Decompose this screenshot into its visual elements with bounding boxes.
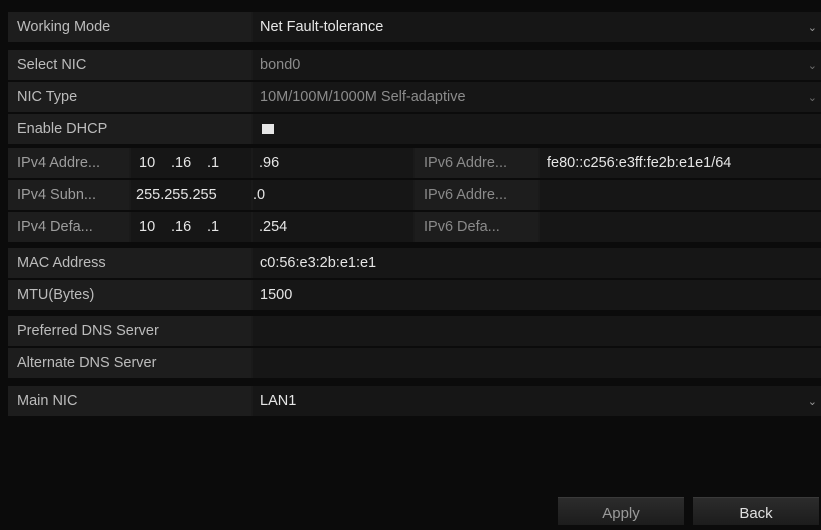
ipv6-address-field-1[interactable]: fe80::c256:e3ff:fe2b:e1e1/64 <box>540 148 821 178</box>
enable-dhcp-row: Enable DHCP <box>8 114 821 144</box>
ipv4-gateway-octet-2: .16 <box>171 219 192 235</box>
preferred-dns-label: Preferred DNS Server <box>8 316 251 346</box>
mac-address-label: MAC Address <box>8 248 251 278</box>
working-mode-value: Net Fault-tolerance <box>260 19 384 35</box>
apply-button[interactable]: Apply <box>558 497 684 525</box>
select-nic-label: Select NIC <box>8 50 251 80</box>
mtu-input[interactable]: 1500 <box>253 280 821 310</box>
alternate-dns-label: Alternate DNS Server <box>8 348 251 378</box>
main-nic-value: LAN1 <box>260 393 297 409</box>
enable-dhcp-cell <box>253 114 821 144</box>
ipv4-gateway-field-a[interactable]: 10 .16 .1 <box>131 212 251 242</box>
chevron-down-icon: ⌄ <box>807 92 817 104</box>
ip-row-3: IPv4 Defa... 10 .16 .1 .254 IPv6 Defa... <box>8 212 821 242</box>
working-mode-row: Working Mode Net Fault-tolerance ⌄ <box>8 12 821 42</box>
ipv4-address-octet-2: .16 <box>171 155 192 171</box>
ipv4-address-octet-4: .96 <box>259 155 280 171</box>
ipv6-gateway-field[interactable] <box>540 212 821 242</box>
ipv4-subnet-octet-1: 255 <box>136 187 161 203</box>
select-nic-row: Select NIC bond0 ⌄ <box>8 50 821 80</box>
ipv4-gateway-octet-4: .254 <box>259 219 288 235</box>
ipv6-address-field-2[interactable] <box>540 180 821 210</box>
ipv4-subnet-label: IPv4 Subn... <box>8 180 129 210</box>
ipv4-gateway-octet-1: 10 <box>139 219 156 235</box>
chevron-down-icon: ⌄ <box>807 22 817 34</box>
nic-type-value: 10M/100M/1000M Self-adaptive <box>260 89 466 105</box>
network-settings-panel: Working Mode Net Fault-tolerance ⌄ Selec… <box>0 0 821 525</box>
ipv4-address-field-a[interactable]: 10 .16 .1 <box>131 148 251 178</box>
ipv4-subnet-octet-3: .255 <box>188 187 217 203</box>
preferred-dns-row: Preferred DNS Server <box>8 316 821 346</box>
ipv6-address-label-2: IPv6 Addre... <box>415 180 538 210</box>
ipv4-gateway-octet-3: .1 <box>207 219 220 235</box>
back-button[interactable]: Back <box>693 497 819 525</box>
ipv4-address-octet-3: .1 <box>207 155 220 171</box>
ipv4-gateway-field-b[interactable]: .254 <box>253 212 413 242</box>
select-nic-value: bond0 <box>260 57 301 73</box>
mtu-label: MTU(Bytes) <box>8 280 251 310</box>
ipv6-gateway-label: IPv6 Defa... <box>415 212 538 242</box>
preferred-dns-input[interactable] <box>253 316 821 346</box>
chevron-down-icon: ⌄ <box>807 60 817 72</box>
ipv4-address-label: IPv4 Addre... <box>8 148 129 178</box>
main-nic-label: Main NIC <box>8 386 251 416</box>
ipv4-subnet-field-b[interactable]: .0 <box>253 180 413 210</box>
ipv4-subnet-octet-4: .0 <box>253 187 266 203</box>
ip-row-2: IPv4 Subn... 255.255.255 .0 IPv6 Addre..… <box>8 180 821 210</box>
ipv6-address-label-1: IPv6 Addre... <box>415 148 538 178</box>
mtu-row: MTU(Bytes) 1500 <box>8 280 821 310</box>
ipv4-gateway-label: IPv4 Defa... <box>8 212 129 242</box>
ipv4-subnet-octet-2: .255 <box>160 187 189 203</box>
select-nic-select[interactable]: bond0 ⌄ <box>253 50 821 80</box>
mac-address-value: c0:56:e3:2b:e1:e1 <box>253 248 821 278</box>
working-mode-select[interactable]: Net Fault-tolerance ⌄ <box>253 12 821 42</box>
nic-type-row: NIC Type 10M/100M/1000M Self-adaptive ⌄ <box>8 82 821 112</box>
chevron-down-icon: ⌄ <box>807 396 817 408</box>
enable-dhcp-checkbox[interactable] <box>262 124 274 135</box>
ip-row-1: IPv4 Addre... 10.16.1 .96 IPv6 Addre... … <box>8 148 821 178</box>
nic-type-select[interactable]: 10M/100M/1000M Self-adaptive ⌄ <box>253 82 821 112</box>
alternate-dns-row: Alternate DNS Server <box>8 348 821 378</box>
ipv4-address-field-b[interactable]: .96 <box>253 148 413 178</box>
alternate-dns-input[interactable] <box>253 348 821 378</box>
nic-type-label: NIC Type <box>8 82 251 112</box>
enable-dhcp-label: Enable DHCP <box>8 114 251 144</box>
ipv4-subnet-field-a[interactable]: 255.255.255 <box>131 180 251 210</box>
ipv4-address-octet-1: 10 <box>139 155 156 171</box>
mac-address-row: MAC Address c0:56:e3:2b:e1:e1 <box>8 248 821 278</box>
working-mode-label: Working Mode <box>8 12 251 42</box>
main-nic-select[interactable]: LAN1 ⌄ <box>253 386 821 416</box>
main-nic-row: Main NIC LAN1 ⌄ <box>8 386 821 416</box>
